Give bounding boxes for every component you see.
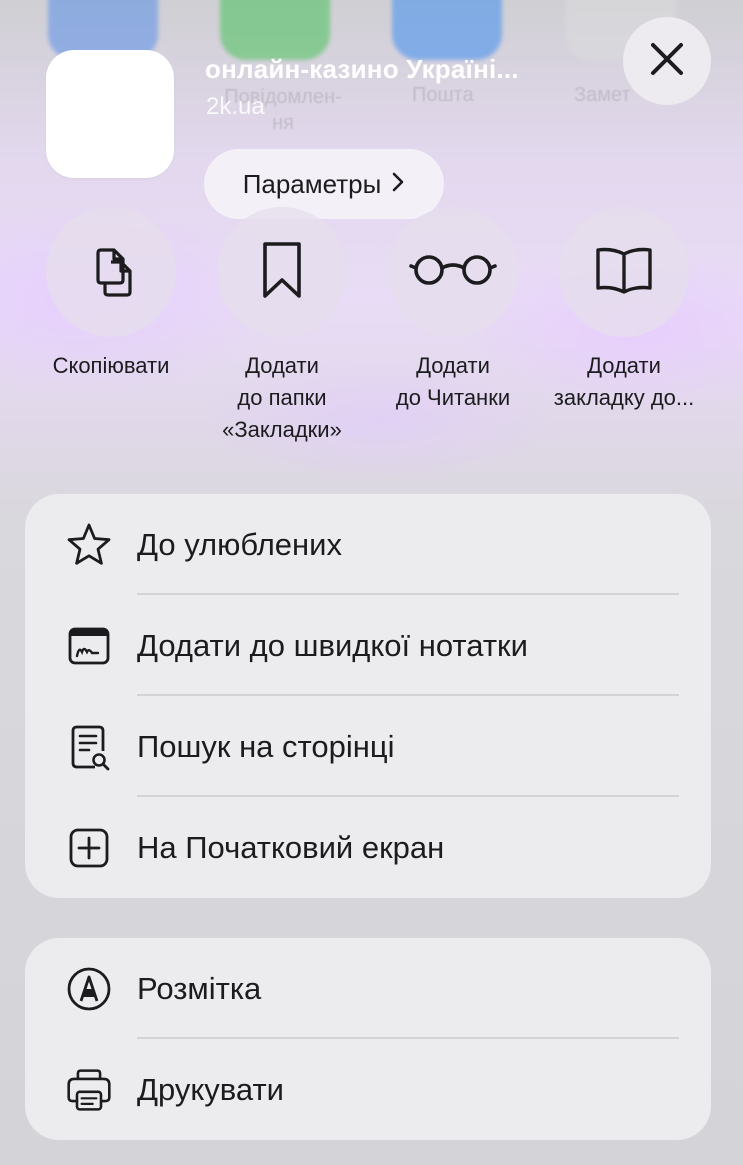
page-title: онлайн-казино Україні... bbox=[205, 54, 519, 84]
menu-item-markup[interactable]: Розмітка bbox=[25, 938, 711, 1039]
menu-item-print[interactable]: Друкувати bbox=[25, 1039, 711, 1140]
action-add-bookmark[interactable]: Додати до папки «Закладки» bbox=[217, 207, 347, 442]
menu-item-add-to-home-screen[interactable]: На Початковий екран bbox=[25, 797, 711, 898]
site-thumbnail bbox=[46, 50, 174, 178]
find-on-page-icon bbox=[65, 723, 113, 771]
menu-item-label: Друкувати bbox=[137, 1071, 284, 1107]
menu-item-label: До улюблених bbox=[137, 526, 342, 562]
bookmark-icon bbox=[257, 238, 307, 307]
action-label: Скопіювати bbox=[52, 353, 170, 378]
background-app-label: Замет bbox=[574, 84, 631, 106]
action-circle[interactable] bbox=[46, 207, 176, 337]
action-add-bookmark-to[interactable]: Додати закладку до... bbox=[554, 207, 694, 410]
action-copy[interactable]: Скопіювати bbox=[46, 207, 176, 378]
menu-item-label: На Початковий екран bbox=[137, 829, 445, 865]
action-label: Додати до Читанки bbox=[395, 353, 511, 410]
menu-item-find-on-page[interactable]: Пошук на сторінці bbox=[25, 696, 711, 797]
book-icon bbox=[592, 244, 656, 301]
close-button[interactable] bbox=[623, 17, 711, 105]
menu-item-label: Пошук на сторінці bbox=[137, 728, 395, 764]
background-app-icon bbox=[220, 0, 330, 60]
menu-item-favorites[interactable]: До улюблених bbox=[25, 494, 711, 595]
menu-group-primary: До улюблених Додати до швидкої нотатки П… bbox=[25, 494, 711, 898]
menu-item-label: Розмітка bbox=[137, 970, 262, 1006]
menu-item-quick-note[interactable]: Додати до швидкої нотатки bbox=[25, 595, 711, 696]
markup-icon bbox=[65, 965, 113, 1013]
menu-item-label: Додати до швидкої нотатки bbox=[137, 627, 528, 663]
options-label: Параметры bbox=[242, 168, 382, 199]
share-sheet: Повідомлен- ня Пошта Замет онлайн-казино… bbox=[0, 0, 743, 1165]
close-icon bbox=[648, 40, 686, 83]
add-square-icon bbox=[65, 824, 113, 872]
background-app-icon bbox=[392, 0, 502, 60]
glasses-icon bbox=[408, 250, 498, 295]
menu-group-secondary: Розмітка Друкувати bbox=[25, 938, 711, 1140]
action-label: Додати до папки «Закладки» bbox=[222, 353, 342, 442]
quick-note-icon bbox=[65, 622, 113, 670]
action-circle[interactable] bbox=[217, 207, 347, 337]
copy-icon bbox=[81, 240, 141, 305]
star-icon bbox=[65, 521, 113, 569]
chevron-right-icon bbox=[391, 169, 405, 200]
action-add-reading-list[interactable]: Додати до Читанки bbox=[388, 207, 518, 410]
action-circle[interactable] bbox=[388, 207, 518, 337]
page-domain: 2k.ua bbox=[206, 93, 265, 120]
background-app-label: Пошта bbox=[412, 84, 474, 106]
action-label: Додати закладку до... bbox=[553, 353, 695, 410]
printer-icon bbox=[65, 1066, 113, 1114]
action-circle[interactable] bbox=[559, 207, 689, 337]
